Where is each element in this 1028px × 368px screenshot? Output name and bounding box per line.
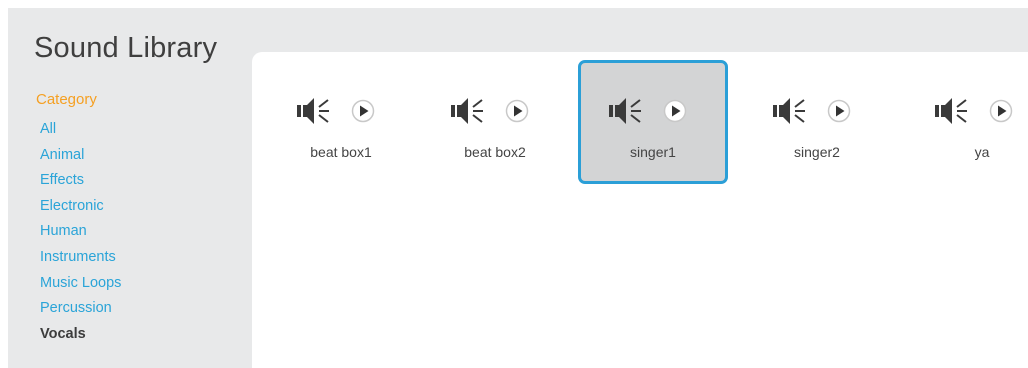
sound-item-singer1[interactable]: singer1 — [578, 60, 728, 184]
play-icon[interactable] — [827, 99, 851, 123]
play-icon[interactable] — [351, 99, 375, 123]
category-item-effects[interactable]: Effects — [40, 168, 121, 194]
sound-label: singer2 — [794, 144, 840, 160]
category-list: All Animal Effects Electronic Human Inst… — [40, 117, 121, 347]
category-item-music-loops[interactable]: Music Loops — [40, 271, 121, 297]
speaker-icon — [609, 98, 641, 124]
sound-item-beat-box1[interactable]: beat box1 — [266, 60, 416, 184]
speaker-icon — [935, 98, 967, 124]
speaker-icon — [451, 98, 483, 124]
sound-grid: beat box1 beat box2 singer1 singer2 ya — [252, 52, 1028, 368]
sound-item-beat-box2[interactable]: beat box2 — [420, 60, 570, 184]
play-icon[interactable] — [663, 99, 687, 123]
category-item-animal[interactable]: Animal — [40, 143, 121, 169]
speaker-icon — [297, 98, 329, 124]
sound-label: ya — [974, 144, 990, 160]
sound-label: beat box2 — [464, 144, 526, 160]
speaker-icon — [773, 98, 805, 124]
category-item-human[interactable]: Human — [40, 219, 121, 245]
play-icon[interactable] — [505, 99, 529, 123]
play-icon[interactable] — [989, 99, 1013, 123]
category-item-instruments[interactable]: Instruments — [40, 245, 121, 271]
category-item-electronic[interactable]: Electronic — [40, 194, 121, 220]
category-heading: Category — [36, 91, 97, 108]
sound-item-singer2[interactable]: singer2 — [742, 60, 892, 184]
category-item-all[interactable]: All — [40, 117, 121, 143]
page-title: Sound Library — [34, 32, 218, 64]
sound-item-ya[interactable]: ya — [904, 60, 1028, 184]
category-item-vocals[interactable]: Vocals — [40, 322, 121, 348]
sound-label: singer1 — [630, 144, 676, 160]
category-item-percussion[interactable]: Percussion — [40, 296, 121, 322]
sound-label: beat box1 — [310, 144, 372, 160]
